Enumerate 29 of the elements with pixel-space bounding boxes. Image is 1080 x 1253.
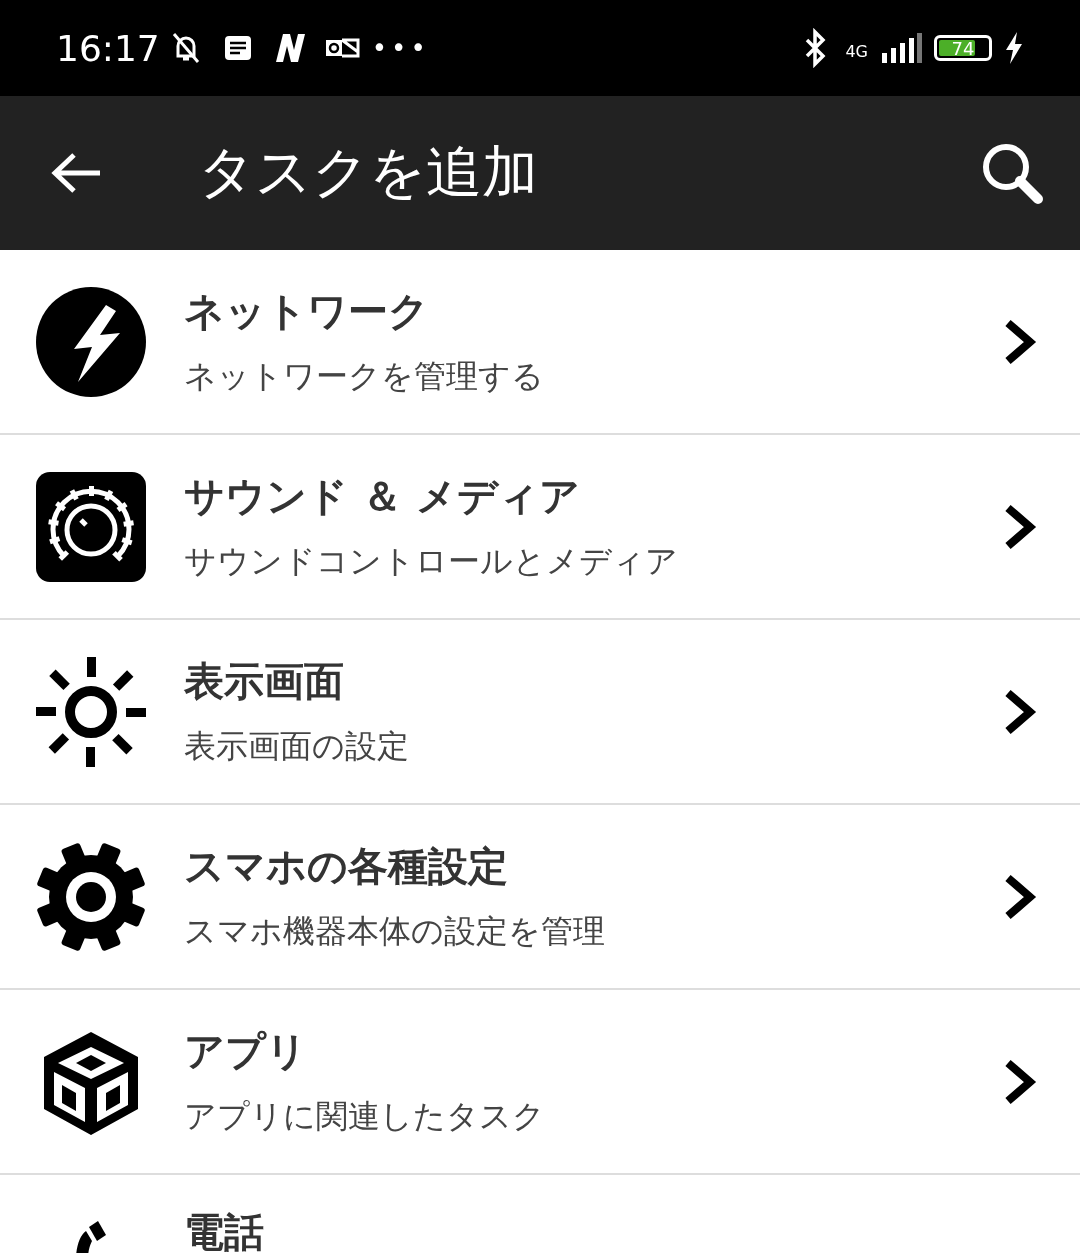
category-title: ネットワーク	[184, 287, 430, 336]
network-type: 4G	[845, 42, 868, 61]
sun-icon	[36, 656, 146, 767]
task-category-item[interactable]: スマホの各種設定 スマホ機器本体の設定を管理	[0, 805, 1080, 990]
category-title: スマホの各種設定	[184, 842, 509, 891]
category-title: サウンド ＆ メディア	[184, 472, 581, 521]
task-category-item[interactable]: アプリ アプリに関連したタスク	[0, 990, 1080, 1175]
task-category-item[interactable]: 表示画面 表示画面の設定	[0, 620, 1080, 805]
task-category-item[interactable]: ネットワーク ネットワークを管理する	[0, 250, 1080, 435]
task-category-item[interactable]: 電話	[0, 1175, 1080, 1253]
clock: 16:17	[56, 27, 160, 69]
charging-icon	[1004, 32, 1024, 64]
category-title: 電話	[184, 1208, 264, 1253]
more-notifications-icon: •••	[371, 33, 430, 63]
screen-title: タスクを追加	[198, 138, 538, 206]
knob-icon	[36, 471, 146, 582]
category-subtitle: スマホ機器本体の設定を管理	[184, 911, 605, 952]
gear-icon	[36, 841, 146, 952]
search-icon[interactable]	[980, 141, 1044, 205]
lightning-bolt-icon	[36, 286, 146, 397]
category-subtitle: サウンドコントロールとメディア	[184, 541, 678, 582]
battery-level: 74	[950, 38, 976, 58]
category-title: アプリ	[184, 1027, 308, 1076]
category-subtitle: アプリに関連したタスク	[184, 1096, 545, 1137]
category-subtitle: ネットワークを管理する	[184, 356, 544, 397]
category-subtitle: 表示画面の設定	[184, 726, 409, 767]
category-title: 表示画面	[184, 657, 345, 706]
task-category-item[interactable]: サウンド ＆ メディア サウンドコントロールとメディア	[0, 435, 1080, 620]
back-arrow-icon[interactable]	[50, 151, 102, 195]
